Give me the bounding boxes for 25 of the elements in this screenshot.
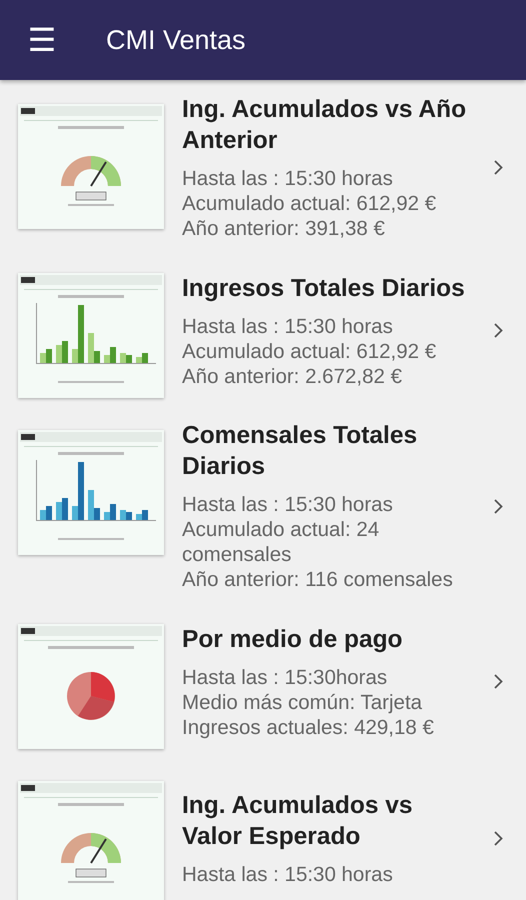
chevron-icon[interactable] (494, 831, 502, 846)
report-detail: Hasta las : 15:30 horas (182, 166, 394, 191)
report-detail: Hasta las : 15:30 horas (182, 492, 394, 517)
report-detail: Acumulado actual: 612,92 € (182, 191, 438, 216)
chevron-icon[interactable] (494, 160, 502, 175)
report-detail: Hasta las : 15:30 horas (182, 862, 394, 887)
report-detail: Hasta las : 15:30 horas (182, 314, 394, 338)
report-detail: Año anterior: 116 comensales (182, 567, 454, 592)
menu-button[interactable]: ☰ (26, 24, 58, 56)
report-detail: Ingresos actuales: 429,18 € (182, 714, 435, 740)
report-detail: Año anterior: 391,38 € (182, 216, 386, 241)
report-title: Por medio de pago (182, 624, 404, 654)
report-title: Ingresos Totales Diarios (182, 274, 466, 304)
report-title: Comensales Totales Diarios (182, 421, 418, 482)
app-title: CMI Ventas (106, 24, 246, 56)
report-detail: Acumulado actual: 24 comensales (182, 517, 380, 567)
chevron-icon[interactable] (494, 674, 502, 689)
chevron-icon[interactable] (494, 323, 502, 338)
chevron-icon[interactable] (494, 498, 502, 514)
report-title: Ing. Acumulados vs Valor Esperado (182, 791, 414, 852)
report-detail: Medio más común: Tarjeta (182, 690, 424, 714)
report-title: Ing. Acumulados vs Año Anterior (182, 95, 468, 156)
report-detail: Año anterior: 2.672,82 € (182, 364, 403, 388)
report-detail: Acumulado actual: 612,92 € (182, 338, 438, 364)
report-detail: Hasta las : 15:30horas (182, 664, 388, 690)
